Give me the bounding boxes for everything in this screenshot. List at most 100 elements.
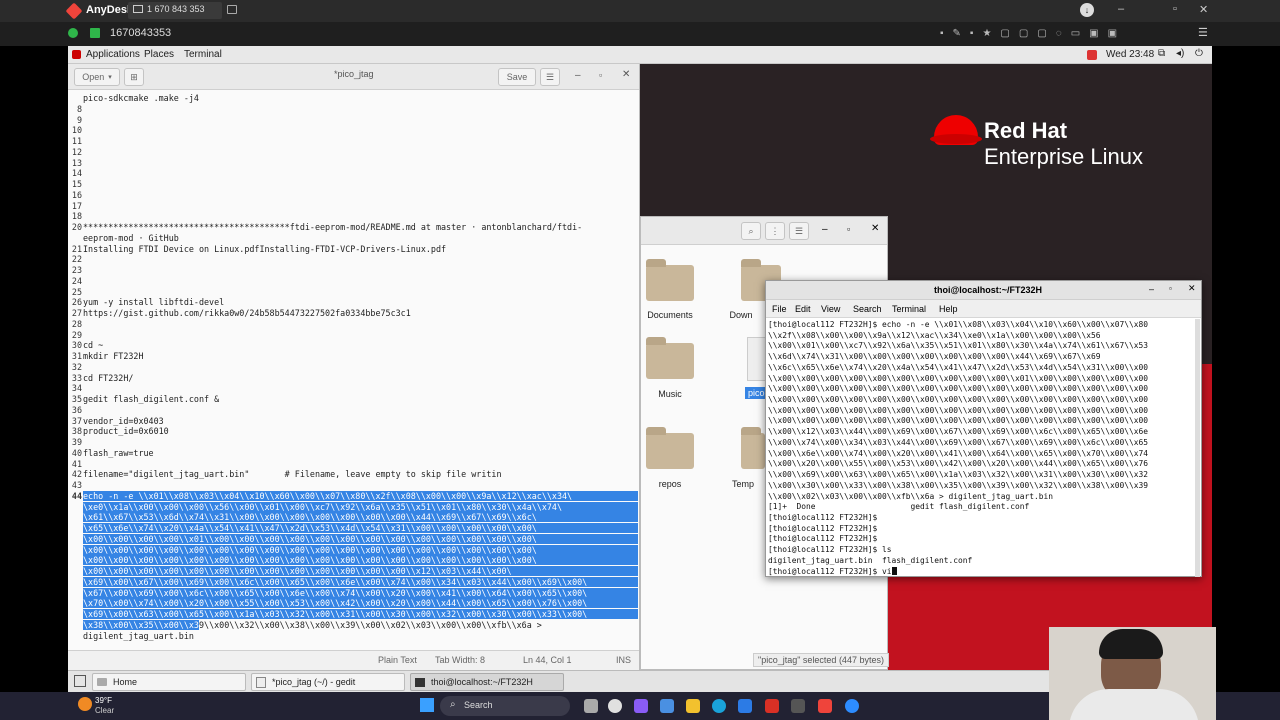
code-line: mkdir FT232H (83, 351, 144, 361)
search-icon[interactable]: ⌕ (741, 222, 761, 240)
terminal-line: \\x00\\x00\\x00\\x00\\x00\\x00\\x00\\x00… (768, 373, 1149, 383)
zoom-icon[interactable] (845, 699, 859, 713)
maximize-icon[interactable]: ▫ (599, 70, 602, 80)
save-button[interactable]: Save (498, 68, 536, 86)
teams-icon[interactable] (660, 699, 674, 713)
clock[interactable]: Wed 23:48 (1106, 49, 1154, 60)
terminal-line: \\x2f\\x08\\x00\\x00\\x9a\\x12\\xac\\x34… (768, 330, 1101, 340)
music-label: Music (658, 389, 682, 399)
places-menu[interactable]: Places (144, 49, 174, 60)
edge-icon[interactable] (712, 699, 726, 713)
documents-folder-icon[interactable] (646, 259, 694, 301)
minimize-icon[interactable]: – (822, 224, 828, 235)
hamburger-menu-icon[interactable]: ☰ (540, 68, 560, 86)
anydesk-taskbar-icon[interactable] (818, 699, 832, 713)
terminal-header: thoi@localhost:~/FT232H – ▫ ✕ (766, 281, 1201, 300)
new-tab-icon[interactable] (227, 5, 237, 14)
close-icon[interactable]: ✕ (871, 223, 879, 234)
open-button[interactable]: Open ▾ (74, 68, 120, 86)
menu-icon[interactable]: ☰ (1198, 26, 1208, 39)
taskbar-gedit[interactable]: *pico_jtag (~/) - gedit (251, 673, 405, 691)
syntax-selector[interactable]: Plain Text (378, 655, 417, 665)
selected-code-line: \x00\\x00\\x00\\x00\\x00\\x00\\x00\\x00\… (83, 566, 638, 576)
terminal-menu-terminal[interactable]: Terminal (892, 304, 926, 314)
line-number: 13 (71, 157, 82, 168)
minimize-icon[interactable]: – (1149, 284, 1154, 294)
terminal-scrollbar[interactable] (1195, 319, 1200, 577)
terminal-output[interactable]: [thoi@local112 FT232H]$ echo -n -e \\x01… (766, 319, 1201, 577)
show-desktop-icon[interactable] (74, 675, 86, 687)
tab-width-selector[interactable]: Tab Width: 8 (435, 655, 485, 665)
terminal-line: \\x00\\x69\\x00\\x63\\x00\\x65\\x00\\x1a… (768, 470, 1149, 480)
line-number: 37 (71, 415, 82, 426)
music-folder-icon[interactable] (646, 337, 694, 379)
text-editor[interactable]: pico-sdkcmake .make -j4 8 9 10 11 12 13 14 15 16 1… (68, 90, 639, 650)
selected-code-line: \x69\\x00\\x63\\x00\\x65\\x00\\x1a\\x03\… (83, 609, 638, 619)
redhat-brand-product: Enterprise Linux (984, 144, 1143, 169)
line-number: 8 (76, 103, 82, 114)
templates-folder-icon[interactable] (741, 427, 765, 469)
store-icon[interactable] (738, 699, 752, 713)
repos-label: repos (658, 479, 682, 489)
code-line: cd FT232H/ (83, 372, 134, 383)
close-icon[interactable]: ✕ (1188, 283, 1196, 294)
network-icon[interactable]: ⧉ (1158, 48, 1165, 59)
download-icon[interactable]: ↓ (1080, 3, 1094, 17)
new-document-icon[interactable]: ⊞ (124, 68, 144, 86)
line-number: 44 (71, 490, 82, 501)
line-number: 41 (71, 458, 82, 469)
line-number: 34 (71, 383, 82, 394)
terminal-menu-view[interactable]: View (821, 304, 840, 314)
session-toolbar-icons[interactable]: ▪✎▪★▢▢▢◌▭▣▣ (940, 28, 1180, 40)
terminal-line: [1]+ Done gedit flash_digilent.conf (768, 502, 1030, 512)
line-number: 16 (71, 189, 82, 200)
maximize-icon[interactable]: ▫ (1169, 284, 1172, 293)
restore-icon[interactable]: ▫ (1173, 3, 1177, 15)
terminal-menu-search[interactable]: Search (853, 304, 882, 314)
line-number: 24 (71, 275, 82, 286)
applications-menu[interactable]: Applications (86, 49, 140, 60)
maximize-icon[interactable]: ▫ (847, 224, 850, 234)
minimize-icon[interactable]: – (575, 70, 581, 81)
selected-code-line: \x70\\x00\\x74\\x00\\x20\\x00\\x55\\x00\… (83, 598, 638, 609)
volume-icon[interactable]: ◂) (1176, 48, 1184, 59)
copilot-icon[interactable] (634, 699, 648, 713)
close-icon[interactable]: ✕ (622, 69, 630, 80)
task-view-icon[interactable] (584, 699, 598, 713)
taskbar-gedit-label: *pico_jtag (~/) - gedit (272, 677, 356, 687)
terminal-line: [thoi@local112 FT232H]$ (768, 512, 878, 522)
taskbar-terminal[interactable]: thoi@localhost:~/FT232H (410, 673, 564, 691)
app-icon[interactable] (791, 699, 805, 713)
open-button-label: Open (82, 72, 105, 82)
terminal-line: \\x00\\x74\\x00\\x34\\x03\\x44\\x00\\x69… (768, 437, 1149, 447)
terminal-line: [thoi@local112 FT232H]$ ls (768, 545, 892, 555)
view-options-icon[interactable]: ⋮ (765, 222, 785, 240)
minimize-icon[interactable]: – (1118, 3, 1124, 15)
windows-start-icon[interactable] (420, 698, 434, 712)
taskbar-terminal-label: thoi@localhost:~/FT232H (431, 677, 533, 687)
file-explorer-icon[interactable] (686, 699, 700, 713)
terminal-menu-help[interactable]: Help (939, 304, 958, 314)
repos-folder-icon[interactable] (646, 427, 694, 469)
line-number: 12 (71, 146, 82, 157)
close-icon[interactable]: ✕ (1199, 3, 1208, 16)
monitor-icon (133, 5, 143, 13)
power-icon[interactable]: ⏻ (1195, 48, 1203, 59)
settings-gear-icon[interactable] (608, 699, 622, 713)
file-icon[interactable] (747, 337, 767, 381)
line-number: 23 (71, 265, 82, 275)
wps-icon[interactable] (765, 699, 779, 713)
anydesk-title-bar: AnyDesk 1 670 843 353 – ▫ ✕ ↓ (0, 0, 1280, 22)
redhat-small-icon (72, 50, 81, 59)
taskbar-home[interactable]: Home (92, 673, 246, 691)
anydesk-session-tab[interactable]: 1 670 843 353 (128, 2, 222, 19)
documents-label: Documents (647, 310, 693, 320)
code-fragment: 9\\x00\\x32\\x00\\x38\\x00\\x39\\x00\\x0… (198, 619, 542, 630)
terminal-menu-file[interactable]: File (772, 304, 787, 314)
windows-search-box[interactable]: ⌕ Search (440, 696, 570, 716)
terminal-line: \\x00\\x00\\x00\\x00\\x00\\x00\\x00\\x00… (768, 384, 1149, 394)
terminal-menu-edit[interactable]: Edit (795, 304, 811, 314)
menu-icon[interactable]: ☰ (789, 222, 809, 240)
terminal-menu[interactable]: Terminal (184, 49, 222, 60)
line-number: 33 (71, 372, 82, 383)
